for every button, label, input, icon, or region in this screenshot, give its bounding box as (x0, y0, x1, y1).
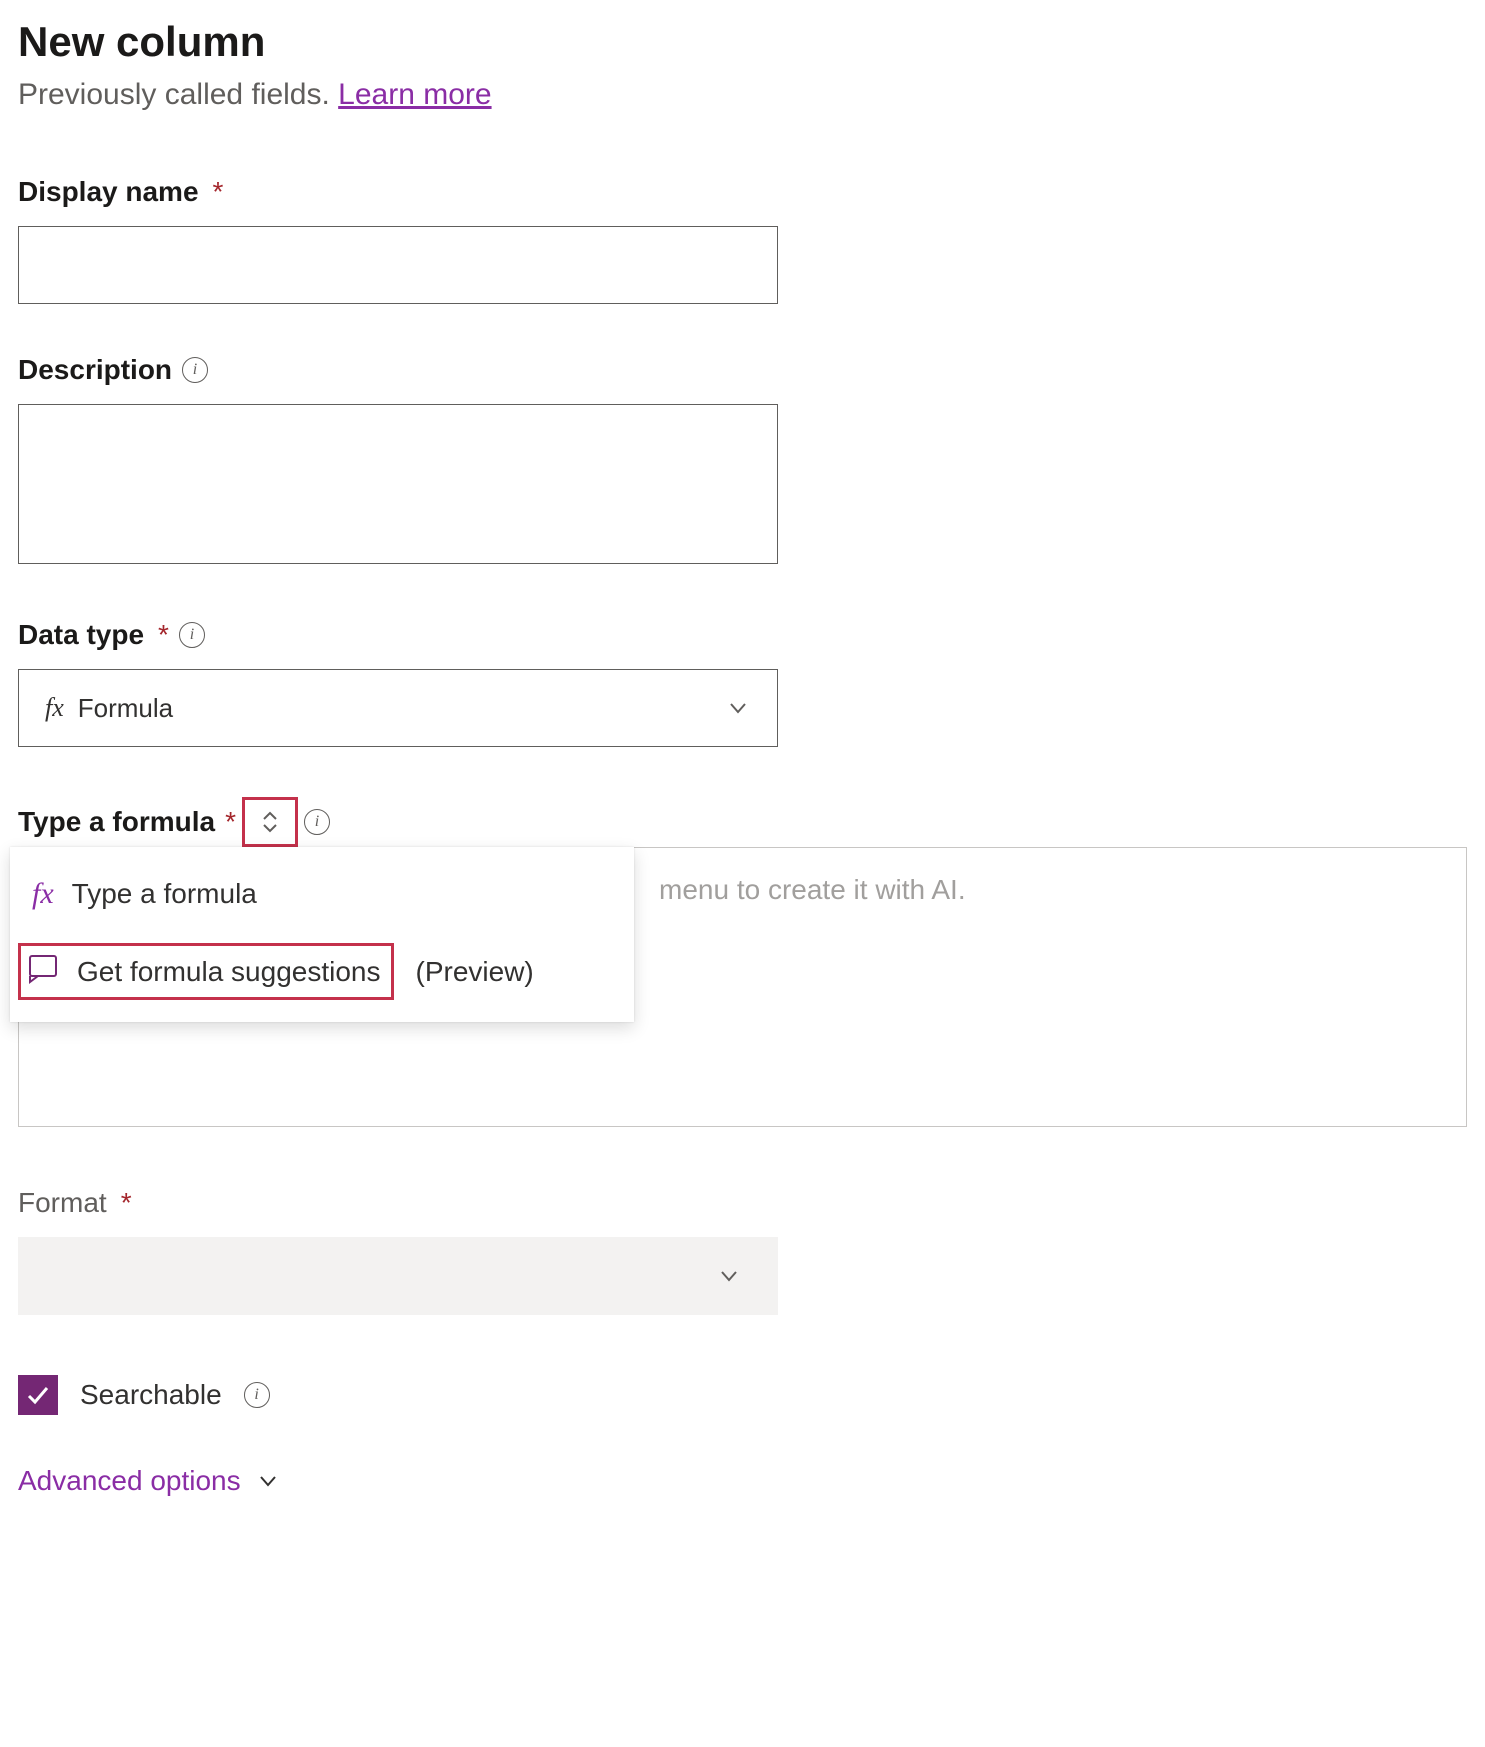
subtitle: Previously called fields. Learn more (18, 78, 1467, 112)
data-type-label: Data type (18, 619, 144, 651)
formula-dropdown-toggle[interactable] (242, 797, 298, 847)
format-select[interactable] (18, 1237, 778, 1315)
required-asterisk: * (158, 619, 169, 651)
advanced-options-label: Advanced options (18, 1465, 241, 1497)
formula-label: Type a formula (18, 806, 215, 838)
chevron-down-icon (725, 695, 751, 721)
searchable-label: Searchable (80, 1379, 222, 1411)
dropdown-item-label: Type a formula (72, 878, 257, 910)
required-asterisk: * (213, 176, 224, 208)
fx-icon: fx (45, 693, 64, 723)
info-icon[interactable]: i (182, 357, 208, 383)
data-type-select[interactable]: fx Formula (18, 669, 778, 747)
display-name-input[interactable] (18, 226, 778, 304)
dropdown-item-type-formula[interactable]: fx Type a formula (10, 861, 634, 927)
required-asterisk: * (225, 806, 236, 838)
advanced-options-toggle[interactable]: Advanced options (18, 1465, 281, 1497)
searchable-checkbox[interactable] (18, 1375, 58, 1415)
required-asterisk: * (121, 1187, 132, 1219)
dropdown-item-label: Get formula suggestions (77, 956, 381, 988)
subtitle-text: Previously called fields. (18, 78, 338, 111)
chevron-down-icon (716, 1263, 742, 1289)
formula-dropdown-menu: fx Type a formula Get formula suggestion… (10, 847, 634, 1022)
learn-more-link[interactable]: Learn more (338, 78, 491, 111)
format-label: Format (18, 1187, 107, 1219)
chevron-down-icon (255, 1468, 281, 1494)
description-label: Description (18, 354, 172, 386)
data-type-value: Formula (78, 693, 173, 724)
info-icon[interactable]: i (179, 622, 205, 648)
dropdown-item-get-suggestions[interactable]: Get formula suggestions (Preview) (10, 927, 634, 1016)
fx-icon: fx (32, 877, 54, 911)
info-icon[interactable]: i (304, 809, 330, 835)
info-icon[interactable]: i (244, 1382, 270, 1408)
page-title: New column (18, 18, 1467, 66)
chat-icon (27, 952, 59, 991)
display-name-label: Display name (18, 176, 199, 208)
description-input[interactable] (18, 404, 778, 564)
preview-tag: (Preview) (416, 956, 534, 988)
